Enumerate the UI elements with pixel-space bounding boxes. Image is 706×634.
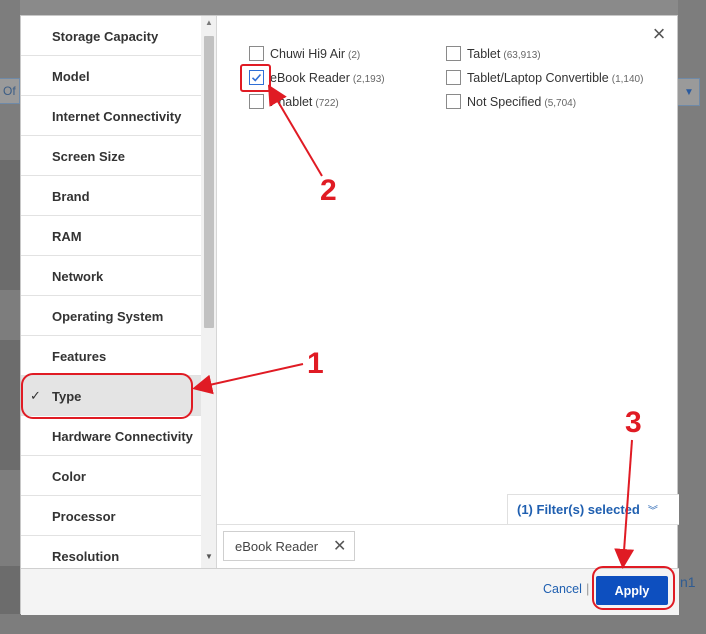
option-label: Phablet: [270, 95, 313, 109]
option-label: Not Specified: [467, 95, 542, 109]
category-label: Resolution: [52, 549, 120, 564]
option-checkbox[interactable]: Phablet (722): [249, 94, 339, 113]
option-checkbox[interactable]: Tablet/Laptop Convertible (1,140): [446, 70, 644, 89]
chevron-down-icon: ︾: [647, 506, 658, 517]
category-label: Screen Size: [52, 149, 125, 164]
annotation-number-3: 3: [625, 406, 642, 439]
remove-chip-icon[interactable]: ✕: [333, 536, 346, 556]
option-count: (722): [315, 98, 339, 109]
category-list: Storage Capacity Model Internet Connectivi…: [21, 16, 217, 568]
checkbox-icon[interactable]: [446, 46, 461, 62]
scrollbar-thumb[interactable]: [204, 36, 214, 328]
close-icon[interactable]: ×: [650, 23, 668, 45]
modal-footer: Cancel | Apply: [21, 568, 679, 615]
checkbox-icon[interactable]: [249, 46, 264, 62]
annotation-number-1: 1: [307, 347, 324, 380]
option-count: (63,913): [503, 50, 541, 61]
category-item[interactable]: Screen Size: [21, 136, 216, 176]
option-checkbox[interactable]: Not Specified (5,704): [446, 94, 577, 113]
option-label: Tablet: [467, 47, 501, 61]
category-scrollbar[interactable]: ▲ ▼: [201, 16, 216, 568]
category-item[interactable]: Brand: [21, 176, 216, 216]
category-label: Operating System: [52, 309, 164, 324]
category-item[interactable]: RAM: [21, 216, 216, 256]
option-label: eBook Reader: [270, 71, 350, 85]
category-item[interactable]: Storage Capacity: [21, 16, 216, 56]
apply-button[interactable]: Apply: [596, 576, 668, 605]
category-item[interactable]: Features: [21, 336, 216, 376]
option-count: (2): [348, 50, 361, 61]
cancel-link[interactable]: Cancel: [543, 582, 582, 596]
checkbox-checked-icon[interactable]: [249, 70, 264, 86]
category-item[interactable]: Processor: [21, 496, 216, 536]
annotation-number-2: 2: [320, 174, 337, 207]
option-count: (1,140): [611, 74, 644, 85]
category-label: Features: [52, 349, 107, 364]
category-label: Model: [52, 69, 90, 84]
category-label: Internet Connectivity: [52, 109, 182, 124]
background-thumbnail: [0, 340, 20, 470]
scroll-up-icon[interactable]: ▲: [201, 18, 216, 30]
option-label: Tablet/Laptop Convertible: [467, 71, 609, 85]
category-item[interactable]: Model: [21, 56, 216, 96]
option-count: (2,193): [352, 74, 385, 85]
category-label: Color: [52, 469, 86, 484]
checkmark-icon: ✓: [30, 388, 41, 403]
checkbox-icon[interactable]: [249, 94, 264, 110]
category-label: Storage Capacity: [52, 29, 159, 44]
category-item[interactable]: Operating System: [21, 296, 216, 336]
category-item[interactable]: Hardware Connectivity: [21, 416, 216, 456]
filters-selected-toggle[interactable]: (1) Filter(s) selected ︾: [507, 494, 679, 524]
category-item[interactable]: Internet Connectivity: [21, 96, 216, 136]
scroll-down-icon[interactable]: ▼: [201, 552, 216, 564]
option-checkbox[interactable]: eBook Reader (2,193): [249, 70, 385, 89]
background-thumbnail: [0, 160, 20, 290]
option-checkbox[interactable]: Chuwi Hi9 Air (2): [249, 46, 361, 65]
category-label: RAM: [52, 229, 82, 244]
category-label: Type: [52, 389, 82, 404]
filter-modal: Storage Capacity Model Internet Connectivi…: [20, 15, 679, 615]
filters-selected-label: (1) Filter(s) selected: [517, 502, 640, 517]
category-item[interactable]: Color: [21, 456, 216, 496]
category-label: Hardware Connectivity: [52, 429, 193, 444]
filter-chip: eBook Reader ✕: [223, 531, 355, 561]
background-control: Of: [0, 78, 20, 104]
category-label: Network: [52, 269, 104, 284]
checkbox-icon[interactable]: [446, 94, 461, 110]
options-panel: × Chuwi Hi9 Air (2) eBook Reader (2,193) Pha…: [217, 16, 679, 568]
footer-separator: |: [586, 581, 590, 596]
option-checkbox[interactable]: Tablet (63,913): [446, 46, 541, 65]
category-label: Processor: [52, 509, 116, 524]
option-label: Chuwi Hi9 Air: [270, 47, 346, 61]
category-label: Brand: [52, 189, 90, 204]
background-dropdown: ▼: [678, 78, 700, 106]
selected-chips-bar: eBook Reader ✕: [217, 524, 679, 568]
filter-chip-label: eBook Reader: [235, 539, 319, 554]
category-item[interactable]: Network: [21, 256, 216, 296]
background-bottom-strip: [0, 614, 706, 634]
background-text: n1: [680, 574, 696, 590]
category-item[interactable]: ✓ Type: [21, 376, 216, 416]
category-item[interactable]: Resolution: [21, 536, 216, 568]
option-count: (5,704): [544, 98, 577, 109]
checkbox-icon[interactable]: [446, 70, 461, 86]
